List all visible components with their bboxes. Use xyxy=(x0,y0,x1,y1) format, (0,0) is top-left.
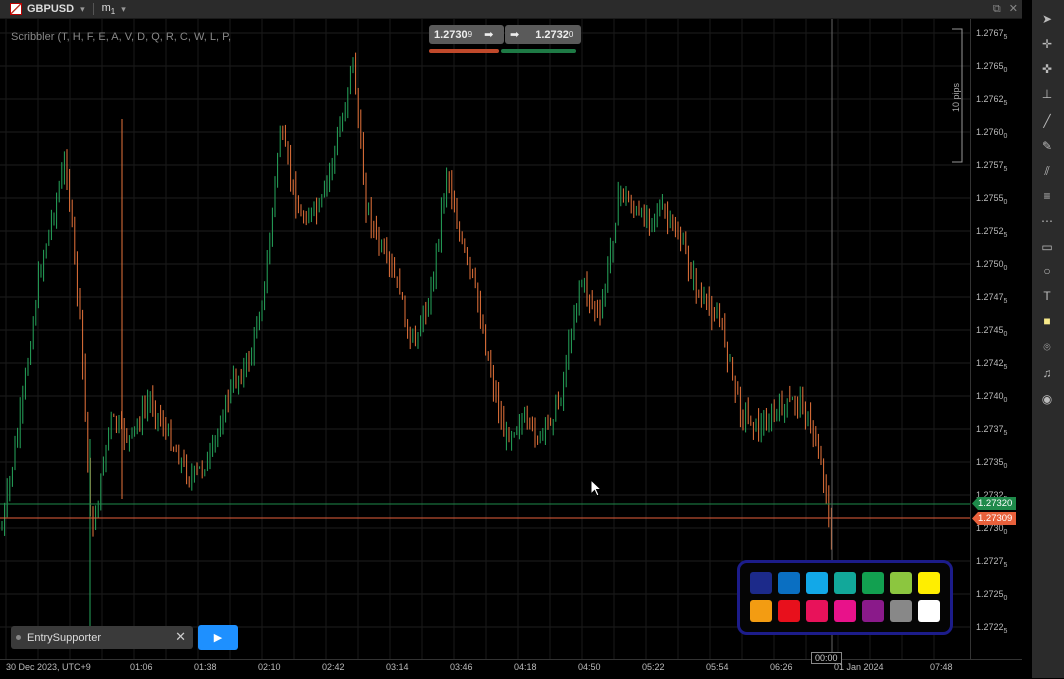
color-swatch[interactable] xyxy=(778,572,800,594)
time-tick-label: 05:22 xyxy=(642,662,665,672)
pips-ruler-label: 10 pips xyxy=(951,82,961,112)
price-tick-label: 1.27450 xyxy=(976,325,1008,338)
entry-supporter-label: EntrySupporter xyxy=(27,631,101,644)
ask-price-tag: 1.27309 xyxy=(972,512,1016,525)
camera-icon[interactable]: ⌾ xyxy=(1036,336,1058,358)
time-tick-label: 01:38 xyxy=(194,662,217,672)
fibonacci-icon[interactable]: ≡ xyxy=(1036,185,1058,207)
price-tick-label: 1.27650 xyxy=(976,61,1008,74)
header-divider xyxy=(92,3,94,15)
time-tick-label: 06:26 xyxy=(770,662,793,672)
color-swatch[interactable] xyxy=(806,572,828,594)
note-icon[interactable]: ■ xyxy=(1036,310,1058,332)
price-tick-label: 1.27225 xyxy=(976,622,1008,635)
time-tick-label: 04:50 xyxy=(578,662,601,672)
close-icon[interactable]: ✕ xyxy=(1009,3,1018,15)
rectangle-icon[interactable]: ▭ xyxy=(1036,236,1058,258)
price-tick-label: 1.27500 xyxy=(976,259,1008,272)
time-tick-label: 04:18 xyxy=(514,662,537,672)
color-swatch[interactable] xyxy=(806,600,828,622)
close-icon[interactable]: ✕ xyxy=(175,629,186,645)
sell-bar xyxy=(429,49,499,53)
color-swatch[interactable] xyxy=(890,572,912,594)
color-swatch[interactable] xyxy=(834,572,856,594)
timeframe-dropdown-icon[interactable]: ▾ xyxy=(121,4,126,15)
time-tick-label: 03:46 xyxy=(450,662,473,672)
text-icon[interactable]: T xyxy=(1036,285,1058,307)
color-swatch[interactable] xyxy=(750,572,772,594)
price-tick-label: 1.27275 xyxy=(976,556,1008,569)
arrow-right-icon: ➡ xyxy=(510,29,520,41)
price-tick-label: 1.27575 xyxy=(976,160,1008,173)
color-swatch[interactable] xyxy=(834,600,856,622)
replay-icon[interactable]: ◉ xyxy=(1036,388,1058,410)
color-swatch[interactable] xyxy=(862,572,884,594)
symbol-dropdown-icon[interactable]: ▾ xyxy=(80,4,85,15)
pen-icon[interactable]: ✎ xyxy=(1036,135,1058,157)
price-tick-label: 1.27625 xyxy=(976,94,1008,107)
indicator-label: Scribbler (T, H, F, E, A, V, D, Q, R, C,… xyxy=(11,31,232,43)
price-tick-label: 1.27550 xyxy=(976,193,1008,206)
alert-icon[interactable]: ♫ xyxy=(1036,362,1058,384)
color-palette xyxy=(737,560,953,635)
price-tick-label: 1.27525 xyxy=(976,226,1008,239)
channel-icon[interactable]: ⫽ xyxy=(1036,160,1058,182)
circle-icon[interactable]: ○ xyxy=(1036,260,1058,282)
arrow-right-icon: ➡ xyxy=(484,29,494,41)
price-tick-label: 1.27600 xyxy=(976,127,1008,140)
time-tick-label: 07:48 xyxy=(930,662,953,672)
color-swatch[interactable] xyxy=(918,572,940,594)
crosshair-time-label: 00:00 xyxy=(811,652,842,664)
cursor-icon[interactable]: ➤ xyxy=(1036,8,1058,30)
trend-line-icon[interactable]: ╱ xyxy=(1036,110,1058,132)
price-tick-label: 1.27425 xyxy=(976,358,1008,371)
price-tick-label: 1.27475 xyxy=(976,292,1008,305)
price-tick-label: 1.27675 xyxy=(976,28,1008,41)
color-swatch[interactable] xyxy=(778,600,800,622)
symbol-name[interactable]: GBPUSD xyxy=(27,3,74,15)
price-tick-label: 1.27350 xyxy=(976,457,1008,470)
fib-extension-icon[interactable]: ⋯ xyxy=(1036,210,1058,232)
crosshair-alt-icon[interactable]: ✜ xyxy=(1036,58,1058,80)
time-tick-label: 30 Dec 2023, UTC+9 xyxy=(6,662,91,672)
status-dot-icon xyxy=(16,635,21,640)
sell-button[interactable]: 1.2730 9 ➡ xyxy=(429,25,504,44)
symbol-flag-icon xyxy=(10,3,22,15)
color-swatch[interactable] xyxy=(750,600,772,622)
chart-header: GBPUSD ▾ m1 ▾ ⧉ ✕ xyxy=(0,0,1022,19)
time-tick-label: 02:10 xyxy=(258,662,281,672)
price-tick-label: 1.27375 xyxy=(976,424,1008,437)
color-swatch[interactable] xyxy=(890,600,912,622)
window-controls: ⧉ ✕ xyxy=(985,2,1018,16)
price-tick-label: 1.27400 xyxy=(976,391,1008,404)
time-tick-label: 01:06 xyxy=(130,662,153,672)
entry-supporter-panel[interactable]: EntrySupporter ✕ xyxy=(11,626,193,649)
detach-icon[interactable]: ⧉ xyxy=(993,3,1001,15)
price-measure-icon[interactable]: ⊥ xyxy=(1036,83,1058,105)
mouse-cursor-icon xyxy=(590,479,603,497)
crosshair-icon[interactable]: ✛ xyxy=(1036,33,1058,55)
color-swatch[interactable] xyxy=(918,600,940,622)
drawing-toolbar: ➤ ✛ ✜ ⊥ ╱ ✎ ⫽ ≡ ⋯ ▭ ○ T ■ ⌾ ♫ ◉ xyxy=(1032,0,1064,678)
play-button[interactable]: ▶ xyxy=(198,625,238,650)
buy-button[interactable]: ➡ 1.2732 0 xyxy=(505,25,581,44)
buy-bar xyxy=(501,49,576,53)
bid-price-tag: 1.27320 xyxy=(972,497,1016,510)
price-tick-label: 1.27250 xyxy=(976,589,1008,602)
time-tick-label: 05:54 xyxy=(706,662,729,672)
time-tick-label: 03:14 xyxy=(386,662,409,672)
time-tick-label: 02:42 xyxy=(322,662,345,672)
timeframe-selector[interactable]: m1 xyxy=(102,2,116,16)
color-swatch[interactable] xyxy=(862,600,884,622)
